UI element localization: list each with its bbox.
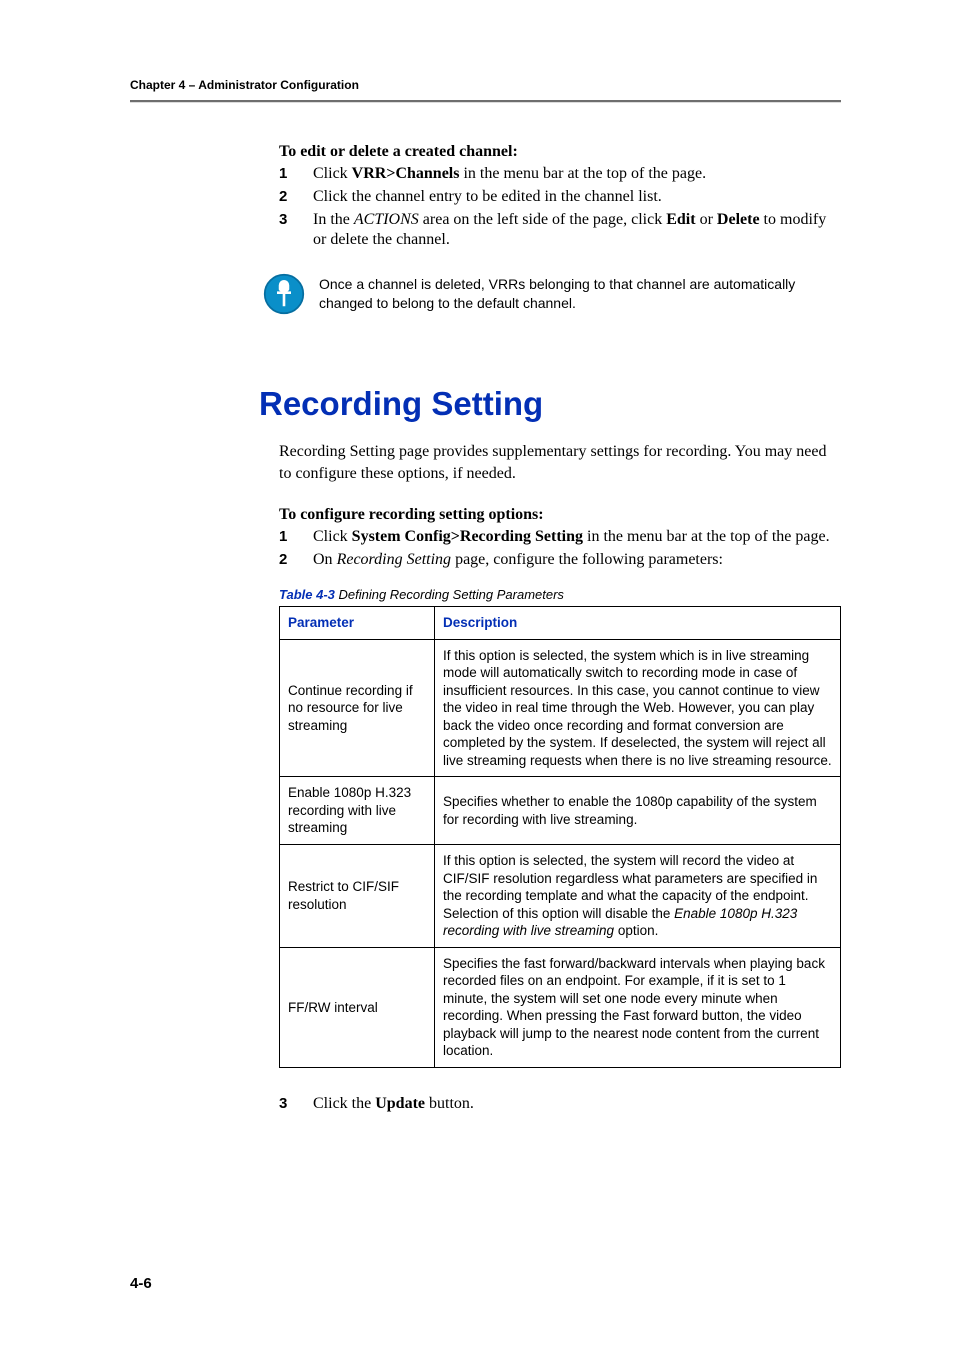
section-heading: Recording Setting xyxy=(259,385,841,423)
parameters-table: Parameter Description Continue recording… xyxy=(279,606,841,1068)
running-header: Chapter 4 – Administrator Configuration xyxy=(130,78,841,92)
column-header: Parameter xyxy=(280,606,435,639)
param-cell: Restrict to CIF/SIF resolution xyxy=(280,844,435,947)
step-body: Click VRR>Channels in the menu bar at th… xyxy=(313,164,841,185)
desc-cell: If this option is selected, the system w… xyxy=(435,844,841,947)
param-cell: Enable 1080p H.323 recording with live s… xyxy=(280,777,435,845)
step-number: 1 xyxy=(279,164,313,185)
bold-text: Delete xyxy=(717,211,760,228)
text: On xyxy=(313,551,337,568)
text: page, configure the following parameters… xyxy=(451,551,723,568)
list-item: 3 In the ACTIONS area on the left side o… xyxy=(279,210,841,252)
header-rule xyxy=(130,100,841,103)
bold-text: VRR>Channels xyxy=(352,165,460,182)
desc-cell: If this option is selected, the system w… xyxy=(435,639,841,777)
procedure-list: 3 Click the Update button. xyxy=(279,1094,841,1115)
list-item: 3 Click the Update button. xyxy=(279,1094,841,1115)
column-header: Description xyxy=(435,606,841,639)
table-number: Table 4-3 xyxy=(279,587,335,602)
italic-text: ACTIONS xyxy=(354,211,419,228)
text: or xyxy=(696,211,717,228)
bold-text: Edit xyxy=(666,211,695,228)
italic-text: Recording Setting xyxy=(337,551,452,568)
bold-text: System Config>Recording Setting xyxy=(352,528,583,545)
step-body: Click the channel entry to be edited in … xyxy=(313,187,841,208)
note-text: Once a channel is deleted, VRRs belongin… xyxy=(319,273,841,313)
step-body: On Recording Setting page, configure the… xyxy=(313,550,841,571)
text: in the menu bar at the top of the page. xyxy=(459,165,706,182)
list-item: 1 Click System Config>Recording Setting … xyxy=(279,527,841,548)
step-body: In the ACTIONS area on the left side of … xyxy=(313,210,841,252)
step-number: 3 xyxy=(279,1094,313,1115)
procedure-list: 1 Click System Config>Recording Setting … xyxy=(279,527,841,571)
page-number: 4-6 xyxy=(130,1275,152,1292)
pushpin-icon xyxy=(263,273,305,315)
step-number: 1 xyxy=(279,527,313,548)
text: Click xyxy=(313,165,352,182)
table-row: FF/RW interval Specifies the fast forwar… xyxy=(280,947,841,1067)
table-row: Continue recording if no resource for li… xyxy=(280,639,841,777)
table-row: Enable 1080p H.323 recording with live s… xyxy=(280,777,841,845)
intro-paragraph: Recording Setting page provides suppleme… xyxy=(279,441,841,484)
step-body: Click the Update button. xyxy=(313,1094,841,1115)
text: In the xyxy=(313,211,354,228)
list-item: 2 On Recording Setting page, configure t… xyxy=(279,550,841,571)
table-header-row: Parameter Description xyxy=(280,606,841,639)
table-row: Restrict to CIF/SIF resolution If this o… xyxy=(280,844,841,947)
procedure-title: To configure recording setting options: xyxy=(279,506,841,524)
note: Once a channel is deleted, VRRs belongin… xyxy=(263,273,841,315)
step-number: 3 xyxy=(279,210,313,252)
text: in the menu bar at the top of the page. xyxy=(583,528,830,545)
text: area on the left side of the page, click xyxy=(419,211,666,228)
desc-cell: Specifies whether to enable the 1080p ca… xyxy=(435,777,841,845)
param-cell: FF/RW interval xyxy=(280,947,435,1067)
text: Click xyxy=(313,528,352,545)
param-cell: Continue recording if no resource for li… xyxy=(280,639,435,777)
desc-cell: Specifies the fast forward/backward inte… xyxy=(435,947,841,1067)
step-body: Click System Config>Recording Setting in… xyxy=(313,527,841,548)
list-item: 1 Click VRR>Channels in the menu bar at … xyxy=(279,164,841,185)
procedure-title: To edit or delete a created channel: xyxy=(279,143,841,161)
table-caption: Table 4-3 Defining Recording Setting Par… xyxy=(279,587,841,602)
text: Click the xyxy=(313,1095,375,1112)
list-item: 2 Click the channel entry to be edited i… xyxy=(279,187,841,208)
step-number: 2 xyxy=(279,187,313,208)
text: option. xyxy=(614,923,658,938)
bold-text: Update xyxy=(375,1095,425,1112)
procedure-list: 1 Click VRR>Channels in the menu bar at … xyxy=(279,164,841,251)
text: button. xyxy=(425,1095,474,1112)
table-caption-text: Defining Recording Setting Parameters xyxy=(335,587,564,602)
step-number: 2 xyxy=(279,550,313,571)
